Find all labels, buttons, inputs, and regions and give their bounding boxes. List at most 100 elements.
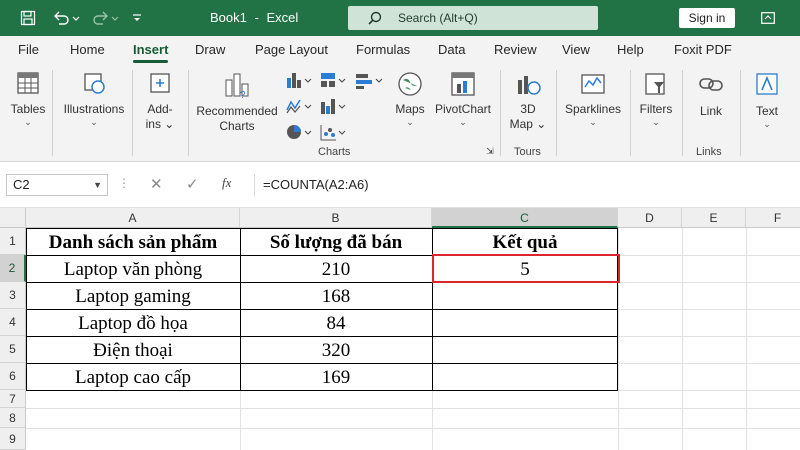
enter-icon[interactable]: ✓ [186, 175, 199, 193]
app-name: Excel [266, 10, 299, 25]
column-header-b[interactable]: B [240, 208, 432, 228]
tab-page-layout[interactable]: Page Layout [255, 36, 328, 64]
filters-label: Filters [639, 102, 673, 116]
svg-text:?: ? [240, 90, 246, 100]
pivotchart-icon [451, 72, 475, 96]
tab-insert[interactable]: Insert [133, 36, 169, 64]
recommended-charts-button[interactable]: ? Recommended Charts [194, 70, 280, 134]
tab-foxit-pdf[interactable]: Foxit PDF [674, 36, 732, 64]
scatter-chart-icon [320, 125, 346, 141]
maps-button[interactable]: Maps ⌄ [390, 70, 430, 127]
cell-a2[interactable]: Laptop văn phòng [26, 256, 240, 283]
row-header-6[interactable]: 6 [0, 363, 26, 390]
cell-b1[interactable]: Số lượng đã bán [240, 229, 432, 256]
3d-map-button[interactable]: 3D Map ⌄ [506, 70, 550, 132]
chevron-down-icon: ⌄ [24, 117, 32, 127]
ribbon-display-icon[interactable] [756, 0, 780, 36]
illustrations-button[interactable]: Illustrations ⌄ [60, 70, 128, 127]
bar-chart-icon [356, 74, 383, 89]
link-icon [699, 78, 723, 91]
hierarchy-chart-button[interactable] [318, 70, 348, 92]
tab-help[interactable]: Help [617, 36, 644, 64]
chevron-down-icon: ⌄ [763, 119, 771, 129]
selected-cell-highlight [432, 254, 620, 283]
column-chart-button[interactable] [284, 70, 314, 92]
column-header-c[interactable]: C [432, 208, 618, 228]
text-button[interactable]: Text ⌄ [746, 70, 788, 129]
separator [188, 70, 189, 156]
search-box[interactable]: Search (Alt+Q) [348, 6, 598, 30]
add-ins-icon [150, 73, 170, 93]
row-header-3[interactable]: 3 [0, 282, 26, 309]
link-button[interactable]: Link [690, 70, 732, 119]
more-icon: ⋮ [118, 176, 130, 190]
row-header-7[interactable]: 7 [0, 390, 26, 408]
charts-dialog-launcher-icon[interactable]: ⇲ [484, 146, 496, 158]
redo-icon[interactable] [88, 0, 124, 36]
chevron-down-icon[interactable]: ▼ [93, 175, 102, 195]
insert-function-icon[interactable]: fx [222, 175, 231, 191]
tab-file[interactable]: File [18, 36, 39, 64]
cell-a6[interactable]: Laptop cao cấp [26, 364, 240, 391]
tab-review[interactable]: Review [494, 36, 537, 64]
cell-b3[interactable]: 168 [240, 283, 432, 310]
cell-b4[interactable]: 84 [240, 310, 432, 337]
sign-in-button[interactable]: Sign in [679, 8, 735, 28]
3d-map-label-1: 3D [520, 102, 536, 116]
table-icon [17, 72, 39, 94]
column-header-e[interactable]: E [682, 208, 746, 228]
row-header-1[interactable]: 1 [0, 228, 26, 255]
cancel-icon[interactable]: ✕ [150, 175, 163, 193]
file-name: Book1 [210, 10, 247, 25]
tab-formulas[interactable]: Formulas [356, 36, 410, 64]
recommended-charts-label-1: Recommended [196, 104, 278, 118]
title-separator: - [254, 10, 259, 25]
sparklines-icon [581, 74, 605, 94]
undo-icon[interactable] [48, 0, 84, 36]
separator [556, 70, 557, 156]
worksheet-grid[interactable]: A B C D E F 1 2 3 4 5 6 7 8 9 Danh sách … [0, 208, 800, 450]
select-all-corner[interactable] [0, 208, 26, 228]
chevron-down-icon: ⌄ [90, 117, 98, 127]
cell-a3[interactable]: Laptop gaming [26, 283, 240, 310]
tab-draw[interactable]: Draw [195, 36, 225, 64]
cell-b6[interactable]: 169 [240, 364, 432, 391]
bar-chart-button[interactable] [352, 70, 386, 92]
cell-c1[interactable]: Kết quả [432, 229, 618, 256]
save-icon[interactable] [14, 0, 42, 36]
row-header-9[interactable]: 9 [0, 428, 26, 450]
pie-chart-button[interactable] [284, 122, 314, 144]
add-ins-button[interactable]: Add- ins ⌄ [138, 70, 182, 132]
cell-b5[interactable]: 320 [240, 337, 432, 364]
name-box-value: C2 [13, 177, 30, 192]
pivotchart-button[interactable]: PivotChart ⌄ [432, 70, 494, 127]
tab-data[interactable]: Data [438, 36, 465, 64]
text-label: Text [755, 104, 778, 118]
row-header-8[interactable]: 8 [0, 408, 26, 428]
sparklines-button[interactable]: Sparklines ⌄ [562, 70, 624, 127]
tables-button[interactable]: Tables ⌄ [8, 70, 48, 127]
column-header-d[interactable]: D [618, 208, 682, 228]
tab-view[interactable]: View [562, 36, 590, 64]
cell-a1[interactable]: Danh sách sản phẩm [26, 229, 240, 256]
row-header-4[interactable]: 4 [0, 309, 26, 336]
line-chart-icon [286, 99, 312, 114]
recommended-charts-label-2: Charts [219, 119, 255, 133]
filters-button[interactable]: Filters ⌄ [636, 70, 676, 127]
group-label-charts: Charts [318, 146, 351, 158]
cell-b2[interactable]: 210 [240, 256, 432, 283]
column-header-a[interactable]: A [26, 208, 240, 228]
pie-chart-icon [287, 125, 312, 139]
customize-qat-icon[interactable] [128, 0, 146, 36]
row-header-2[interactable]: 2 [0, 255, 26, 282]
cell-a4[interactable]: Laptop đồ họa [26, 310, 240, 337]
column-header-f[interactable]: F [746, 208, 800, 228]
row-header-5[interactable]: 5 [0, 336, 26, 363]
statistic-chart-button[interactable] [318, 96, 348, 118]
tab-home[interactable]: Home [70, 36, 105, 64]
cell-a5[interactable]: Điện thoại [26, 337, 240, 364]
line-chart-button[interactable] [284, 96, 314, 118]
name-box[interactable]: C2 ▼ [6, 174, 108, 196]
scatter-chart-button[interactable] [318, 122, 348, 144]
formula-input[interactable]: =COUNTA(A2:A6) [254, 174, 800, 196]
